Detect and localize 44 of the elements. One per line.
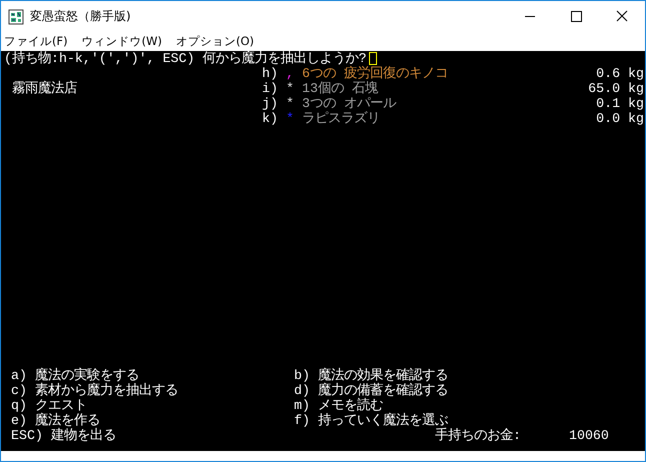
command-key[interactable]: e) [11, 413, 27, 428]
money-label: 手持ちのお金: [435, 428, 521, 443]
item-name: 6つの 疲労回復のキノコ [302, 66, 448, 81]
command-label: 魔法の実験をする [34, 368, 139, 383]
command-key[interactable]: a) [11, 368, 27, 383]
menu-item[interactable]: ウィンドウ(W) [82, 34, 162, 49]
command-label: 魔力の備蓄を確認する [318, 383, 448, 398]
command-key[interactable]: b) [294, 368, 310, 383]
item-name: 13個の 石塊 [302, 81, 378, 96]
item-key[interactable]: i) [262, 81, 278, 96]
command-label: 建物を出る [50, 428, 116, 443]
item-weight: 65.0 kg [588, 81, 644, 96]
item-symbol: , [286, 66, 295, 81]
item-name: 3つの オパール [302, 96, 396, 111]
command-key[interactable]: ESC) [11, 428, 43, 443]
item-symbol: * [286, 96, 295, 111]
text-cursor [368, 52, 377, 65]
item-symbol: * [286, 111, 295, 126]
command-label: クエスト [34, 398, 87, 413]
item-weight: 0.1 kg [596, 96, 644, 111]
command-label: 魔法を作る [34, 413, 100, 428]
command-label: 魔法の効果を確認する [318, 368, 448, 383]
item-weight: 0.6 kg [596, 66, 644, 81]
app-icon [8, 8, 24, 24]
command-label: 持っていく魔法を選ぶ [318, 413, 448, 428]
item-key[interactable]: k) [262, 111, 278, 126]
item-name: ラピスラズリ [302, 111, 380, 126]
shop-name: 霧雨魔法店 [12, 81, 77, 96]
money-value: 10060 [568, 428, 609, 443]
prompt-text: (持ち物:h-k,'(',')', ESC) 何から魔力を抽出しようか? [4, 51, 367, 66]
command-key[interactable]: q) [11, 398, 27, 413]
item-key[interactable]: h) [262, 66, 278, 81]
command-label: 素材から魔力を抽出する [34, 383, 178, 398]
command-label: メモを読む [318, 398, 383, 413]
command-key[interactable]: m) [294, 398, 310, 413]
menu-item[interactable]: オプション(O) [176, 34, 254, 49]
menu-item[interactable]: ファイル(F) [4, 34, 68, 49]
item-weight: 0.0 kg [596, 111, 644, 126]
window-title: 変愚蛮怒（勝手版) [30, 8, 131, 25]
command-key[interactable]: d) [294, 383, 310, 398]
command-key[interactable]: f) [294, 413, 310, 428]
command-key[interactable]: c) [11, 383, 27, 398]
item-symbol: * [286, 81, 295, 96]
item-key[interactable]: j) [262, 96, 278, 111]
